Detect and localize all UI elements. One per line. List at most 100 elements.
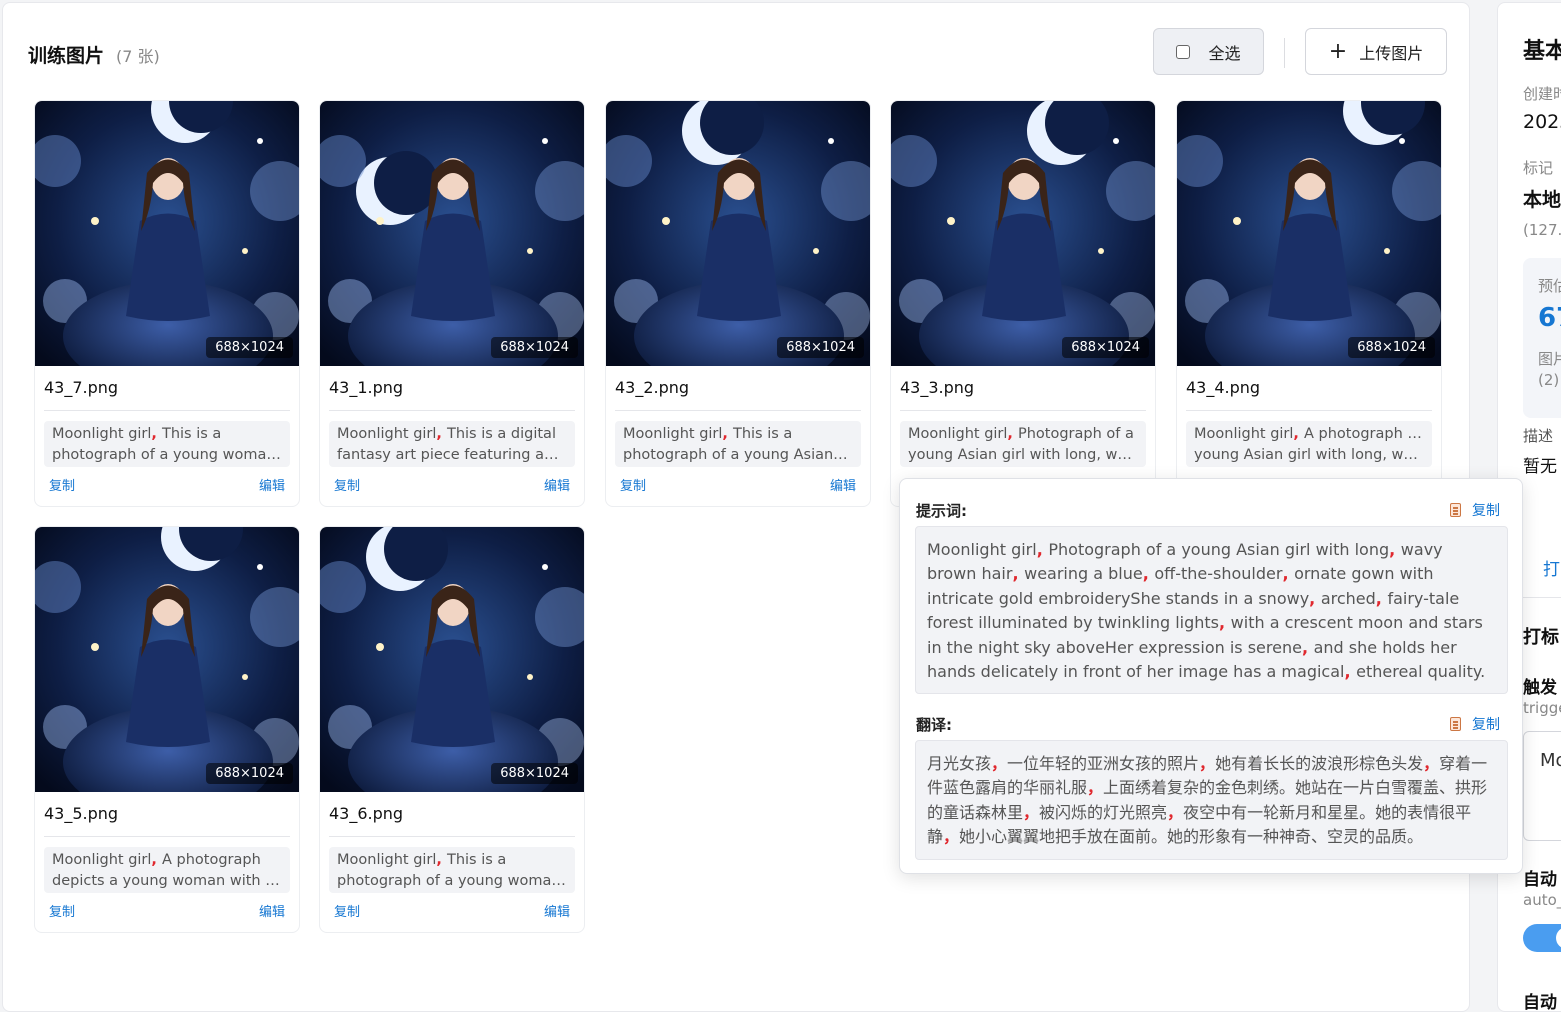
upload-button[interactable]: + 上传图片: [1305, 28, 1447, 75]
card-thumbnail[interactable]: 688×1024: [1177, 101, 1441, 366]
copy-label: 复制: [1472, 717, 1500, 733]
card-divider: [1186, 410, 1432, 411]
basic-info-title: 基本: [1523, 39, 1561, 64]
prompt-preview[interactable]: Moonlight girl, This is a digital fantasy…: [329, 421, 575, 467]
prompt-line: young Asian girl with long, wa…: [908, 447, 1138, 463]
image-dimensions: 688×1024: [1348, 337, 1435, 358]
edit-link[interactable]: 编辑: [830, 475, 856, 494]
prompt-preview[interactable]: Moonlight girl, Photograph of a young Asi…: [900, 421, 1146, 467]
file-name: 43_7.png: [44, 378, 119, 397]
stat-value: 67: [1538, 303, 1561, 333]
copy-link[interactable]: 复制: [334, 475, 360, 494]
select-all-label: 全选: [1208, 43, 1241, 63]
image-card[interactable]: 688×1024 43_3.png Moonlight girl, Photogra…: [890, 100, 1156, 507]
image-dimensions: 688×1024: [491, 337, 578, 358]
image-card[interactable]: 688×1024 43_4.png Moonlight girl, A photog…: [1176, 100, 1442, 507]
image-label: 图片: [1538, 350, 1561, 368]
prompt-preview[interactable]: Moonlight girl, This is a photograph of a…: [329, 847, 575, 893]
section-title: 打标: [1523, 627, 1559, 648]
prompt-line: Moonlight girl, This is a: [52, 426, 222, 442]
thumbnail-image: [35, 101, 299, 366]
upload-label: 上传图片: [1359, 43, 1424, 63]
copy-label: 复制: [1472, 503, 1500, 519]
copy-link[interactable]: 复制: [49, 901, 75, 920]
card-thumbnail[interactable]: 688×1024: [35, 101, 299, 366]
image-card[interactable]: 688×1024 43_6.png Moonlight girl, This is …: [319, 526, 585, 933]
checkbox-icon[interactable]: [1176, 44, 1191, 59]
edit-link[interactable]: 编辑: [259, 901, 285, 920]
thumbnail-image: [606, 101, 870, 366]
file-name: 43_1.png: [329, 378, 404, 397]
prompt-text: Moonlight girl, Photograph of a young As…: [915, 526, 1508, 694]
card-thumbnail[interactable]: 688×1024: [320, 527, 584, 792]
edit-link[interactable]: 编辑: [544, 475, 570, 494]
trigger-input[interactable]: Mo: [1523, 731, 1561, 841]
thumbnail-image: [891, 101, 1155, 366]
prompt-line: fantasy art piece featuring a…: [337, 447, 559, 463]
prompt-copy-button[interactable]: 复制: [1450, 500, 1500, 520]
card-divider: [44, 836, 290, 837]
card-thumbnail[interactable]: 688×1024: [606, 101, 870, 366]
prompt-preview[interactable]: Moonlight girl, This is a photograph of a…: [44, 421, 290, 467]
desc-value: 暂无: [1523, 457, 1557, 477]
thumbnail-image: [1177, 101, 1441, 366]
prompt-preview[interactable]: Moonlight girl, This is a photograph of a…: [615, 421, 861, 467]
prompt-label: 提示词:: [916, 502, 967, 520]
trigger-input-value: Mo: [1540, 750, 1561, 771]
image-card[interactable]: 688×1024 43_1.png Moonlight girl, This is …: [319, 100, 585, 507]
prompt-preview[interactable]: Moonlight girl, A photograph depicts a yo…: [44, 847, 290, 893]
prompt-line: Moonlight girl, This is a: [623, 426, 793, 442]
card-thumbnail[interactable]: 688×1024: [891, 101, 1155, 366]
mark-sub: (127.: [1523, 221, 1561, 239]
file-name: 43_4.png: [1186, 378, 1261, 397]
tab-labeling[interactable]: 打: [1543, 555, 1560, 580]
clipboard-icon: [1450, 717, 1461, 731]
mark-value: 本地: [1523, 189, 1561, 211]
thumbnail-image: [320, 527, 584, 792]
card-divider: [329, 410, 575, 411]
edit-link[interactable]: 编辑: [259, 475, 285, 494]
file-name: 43_6.png: [329, 804, 404, 823]
image-dimensions: 688×1024: [206, 763, 293, 784]
image-count: (7 张): [116, 47, 160, 66]
translation-copy-button[interactable]: 复制: [1450, 714, 1500, 734]
copy-link[interactable]: 复制: [334, 901, 360, 920]
prompt-line: Moonlight girl, This is a: [337, 852, 507, 868]
auto-toggle[interactable]: [1523, 924, 1561, 952]
edit-link[interactable]: 编辑: [544, 901, 570, 920]
copy-link[interactable]: 复制: [620, 475, 646, 494]
image-card[interactable]: 688×1024 43_7.png Moonlight girl, This is …: [34, 100, 300, 507]
created-value: 2025: [1523, 111, 1561, 133]
image-card[interactable]: 688×1024 43_5.png Moonlight girl, A photog…: [34, 526, 300, 933]
card-thumbnail[interactable]: 688×1024: [35, 527, 299, 792]
trigger-sub: trigge: [1523, 699, 1561, 717]
card-divider: [329, 836, 575, 837]
translation-text: 月光女孩，一位年轻的亚洲女孩的照片，她有着长长的波浪形棕色头发，穿着一件蓝色露肩…: [915, 740, 1508, 860]
file-name: 43_3.png: [900, 378, 975, 397]
prompt-preview[interactable]: Moonlight girl, A photograph of a young A…: [1186, 421, 1432, 467]
card-divider: [44, 410, 290, 411]
image-dimensions: 688×1024: [1062, 337, 1149, 358]
created-label: 创建时: [1523, 85, 1561, 103]
prompt-line: Moonlight girl, This is a digital: [337, 426, 556, 442]
file-name: 43_2.png: [615, 378, 690, 397]
file-name: 43_5.png: [44, 804, 119, 823]
toolbar-divider: [1284, 38, 1285, 68]
copy-link[interactable]: 复制: [49, 475, 75, 494]
image-dimensions: 688×1024: [206, 337, 293, 358]
auto-label: 自动: [1523, 870, 1557, 890]
translation-label: 翻译:: [916, 716, 952, 734]
image-card[interactable]: 688×1024 43_2.png Moonlight girl, This is …: [605, 100, 871, 507]
image-sub: (2): [1538, 371, 1560, 389]
card-thumbnail[interactable]: 688×1024: [320, 101, 584, 366]
auto-sub: auto_: [1523, 891, 1561, 909]
prompt-line: depicts a young woman with f…: [52, 873, 282, 889]
image-dimensions: 688×1024: [491, 763, 578, 784]
prompt-line: photograph of a young woman…: [52, 447, 282, 463]
thumbnail-image: [320, 101, 584, 366]
card-divider: [615, 410, 861, 411]
select-all-button[interactable]: 全选: [1153, 28, 1264, 75]
prompt-line: Moonlight girl, A photograph: [52, 852, 261, 868]
preview-label: 预估: [1538, 277, 1561, 295]
page-title: 训练图片: [28, 45, 105, 67]
